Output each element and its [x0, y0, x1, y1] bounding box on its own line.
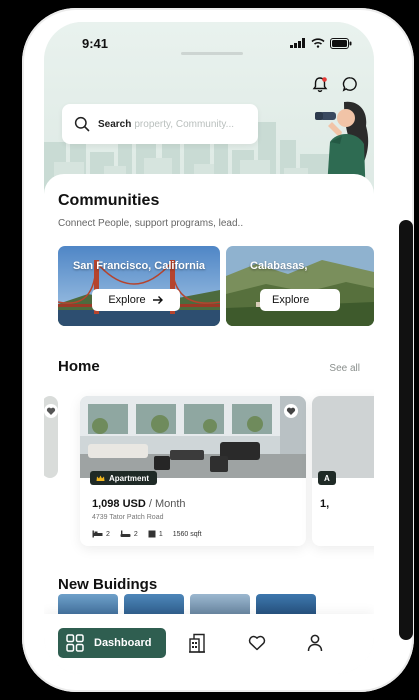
arrow-right-icon — [152, 296, 163, 304]
property-type-badge: A — [318, 471, 336, 485]
golden-gate-photo — [58, 246, 220, 326]
floor-icon — [148, 530, 156, 538]
price-amount: 1,098 USD — [92, 498, 146, 510]
listing-photo — [312, 396, 374, 478]
nav-favorites-button[interactable] — [246, 632, 268, 654]
battery-icon — [330, 37, 352, 49]
community-name: San Francisco, California — [72, 260, 206, 272]
badge-label: A — [324, 473, 330, 483]
chat-icon — [342, 77, 357, 92]
search-icon — [74, 116, 90, 132]
listing-features: 2 2 1 1560 sqft — [92, 530, 202, 538]
community-name: Calabasas, — [250, 260, 308, 272]
listing-price: 1, — [320, 498, 329, 510]
phone-frame: 9:41 Search property, Community... Commu… — [22, 8, 414, 692]
bath-icon — [120, 530, 131, 537]
listing-photo — [80, 396, 306, 478]
area-feature: 1560 sqft — [173, 531, 202, 538]
home-card-previous[interactable] — [44, 396, 58, 478]
buildings-icon — [189, 633, 205, 653]
badge-label: Apartment — [109, 473, 150, 483]
bottom-nav: Dashboard — [44, 614, 374, 674]
bell-icon — [312, 76, 328, 92]
community-card-san-francisco[interactable]: San Francisco, California Explore — [58, 246, 220, 326]
chat-button[interactable] — [340, 74, 360, 94]
status-bar: 9:41 — [44, 22, 374, 64]
baths-feature: 2 — [120, 530, 138, 538]
search-label: Search — [98, 118, 132, 130]
header-actions — [310, 74, 360, 94]
notch-indicator — [181, 52, 243, 55]
search-placeholder: property, Community... — [134, 118, 235, 130]
baths-count: 2 — [133, 530, 138, 538]
wifi-icon — [311, 38, 325, 48]
price-period: / Month — [145, 498, 186, 510]
listing-price: 1,098 USD / Month — [92, 498, 186, 510]
explore-label: Explore — [272, 294, 310, 306]
favorite-icon[interactable] — [284, 404, 298, 418]
explore-button[interactable]: Explore — [92, 289, 180, 311]
stage: 9:41 Search property, Community... Commu… — [0, 0, 419, 700]
status-time: 9:41 — [82, 35, 109, 51]
property-type-badge: Apartment — [90, 471, 158, 485]
crown-icon — [96, 475, 105, 481]
bed-icon — [92, 530, 103, 538]
communities-subtitle: Connect People, support programs, lead.. — [58, 218, 244, 229]
home-listing-card[interactable]: Apartment 1,098 USD / Month 4739 Tator P… — [80, 396, 306, 546]
status-icons — [290, 37, 352, 49]
new-buildings-title: New Buidings — [58, 576, 158, 593]
see-all-link[interactable]: See all — [329, 363, 360, 374]
signal-icon — [290, 38, 305, 48]
nav-buildings-button[interactable] — [186, 632, 208, 654]
app-screen: 9:41 Search property, Community... Commu… — [44, 22, 374, 674]
beds-count: 2 — [106, 530, 110, 538]
home-title: Home — [58, 358, 100, 375]
communities-title: Communities — [58, 192, 160, 209]
grid-icon — [66, 634, 84, 652]
explore-label: Explore — [108, 294, 146, 306]
search-bar[interactable]: Search property, Community... — [62, 104, 258, 144]
explore-button[interactable]: Explore — [260, 289, 340, 311]
beds-feature: 2 — [92, 530, 110, 538]
heart-icon — [44, 404, 58, 418]
listing-address: 4739 Tator Patch Road — [92, 514, 164, 521]
floors-count: 1 — [158, 530, 163, 538]
notification-button[interactable] — [310, 74, 330, 94]
phone-side-edge — [399, 220, 413, 640]
user-icon — [307, 634, 323, 652]
area-value: 1560 sqft — [172, 530, 202, 538]
nav-dashboard-label: Dashboard — [94, 637, 152, 649]
floors-feature: 1 — [148, 530, 163, 538]
heart-outline-icon — [248, 635, 266, 651]
community-card-calabasas[interactable]: Calabasas, Explore — [226, 246, 374, 326]
price-amount: 1, — [320, 498, 330, 510]
home-listing-card-next[interactable]: A 1, — [312, 396, 374, 546]
calabasas-photo — [226, 246, 374, 326]
nav-profile-button[interactable] — [304, 632, 326, 654]
nav-dashboard-button[interactable]: Dashboard — [58, 628, 166, 658]
living-room-photo — [80, 396, 306, 478]
